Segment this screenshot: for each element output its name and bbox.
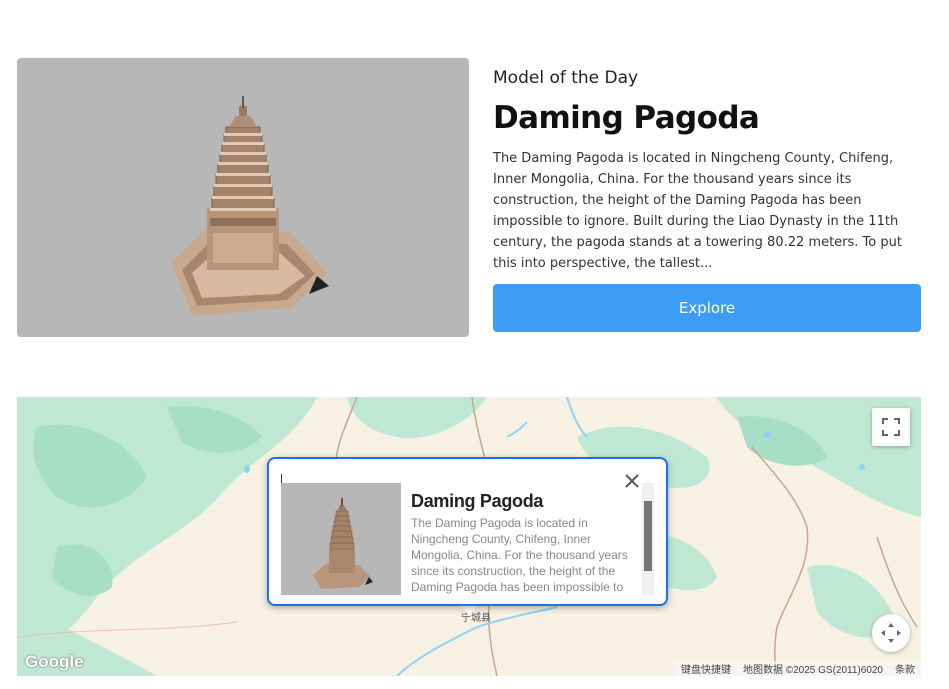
terms-link[interactable]: 条款: [895, 661, 915, 676]
section-eyebrow: Model of the Day: [493, 68, 639, 88]
model-preview-image[interactable]: [17, 58, 469, 337]
info-window-scrollbar[interactable]: [642, 483, 654, 595]
map-view[interactable]: 宁城县 Daming Pagoda The Daming Pagoda is l…: [17, 397, 921, 676]
marker-info-window[interactable]: Daming Pagoda The Daming Pagoda is locat…: [267, 457, 668, 606]
pagoda-thumbnail-illustration: [313, 498, 373, 589]
model-title: Daming Pagoda: [493, 100, 760, 136]
fullscreen-button[interactable]: [872, 408, 910, 446]
google-logo: Google: [25, 652, 84, 671]
model-description: The Daming Pagoda is located in Ningchen…: [493, 151, 902, 271]
scrollbar-thumb[interactable]: [644, 501, 652, 571]
info-window-description: The Daming Pagoda is located in Ningchen…: [411, 516, 628, 594]
info-window-thumbnail[interactable]: [281, 483, 401, 595]
map-attribution-bar: 键盘快捷键 地图数据 ©2025 GS(2011)6020 条款: [674, 661, 921, 676]
map-data-credit: 地图数据 ©2025 GS(2011)6020: [742, 665, 883, 676]
close-icon[interactable]: [622, 471, 642, 491]
pagoda-model-illustration: [172, 96, 329, 316]
info-window-title: Daming Pagoda: [411, 491, 544, 511]
explore-button[interactable]: Explore: [493, 284, 921, 332]
keyboard-shortcuts-link[interactable]: 键盘快捷键: [681, 661, 731, 676]
fullscreen-icon: [882, 418, 900, 436]
camera-control-icon: [881, 623, 901, 643]
camera-control-button[interactable]: [872, 614, 910, 652]
